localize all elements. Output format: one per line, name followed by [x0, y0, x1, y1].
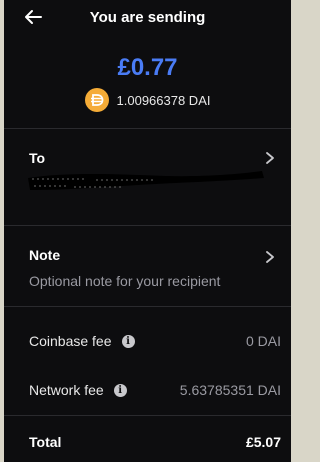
fee-label: Network fee i — [29, 382, 127, 398]
divider — [4, 225, 291, 226]
divider — [4, 415, 291, 416]
recipient-label: To — [29, 150, 46, 166]
crypto-amount: 1.00966378 DAI — [116, 92, 211, 108]
network-fee-value: 5.63785351 DAI — [179, 382, 281, 398]
send-confirmation-screen: You are sending £0.77 1.00966378 DAI To … — [4, 0, 291, 462]
note-label: Note — [29, 247, 61, 263]
coinbase-fee-value: 0 DAI — [245, 333, 281, 349]
total-label: Total — [29, 434, 62, 450]
info-icon[interactable]: i — [113, 383, 127, 397]
fee-label: Coinbase fee i — [29, 333, 135, 349]
crypto-amount-row: 1.00966378 DAI — [4, 88, 291, 112]
fiat-amount: £0.77 — [117, 54, 178, 81]
redacted-address — [28, 171, 264, 190]
chevron-right-icon[interactable] — [265, 250, 275, 264]
info-icon[interactable]: i — [121, 334, 135, 348]
chevron-right-icon[interactable] — [265, 151, 275, 165]
note-placeholder: Optional note for your recipient — [29, 273, 221, 289]
network-fee-label: Network fee — [29, 382, 104, 398]
divider — [4, 128, 291, 129]
header: You are sending — [4, 0, 291, 34]
coinbase-fee-label: Coinbase fee — [29, 333, 112, 349]
back-arrow-icon — [25, 10, 42, 24]
page-title: You are sending — [89, 8, 206, 26]
total-value: £5.07 — [245, 434, 281, 450]
back-button[interactable] — [22, 7, 44, 27]
dai-icon — [84, 88, 109, 112]
divider — [4, 306, 291, 307]
